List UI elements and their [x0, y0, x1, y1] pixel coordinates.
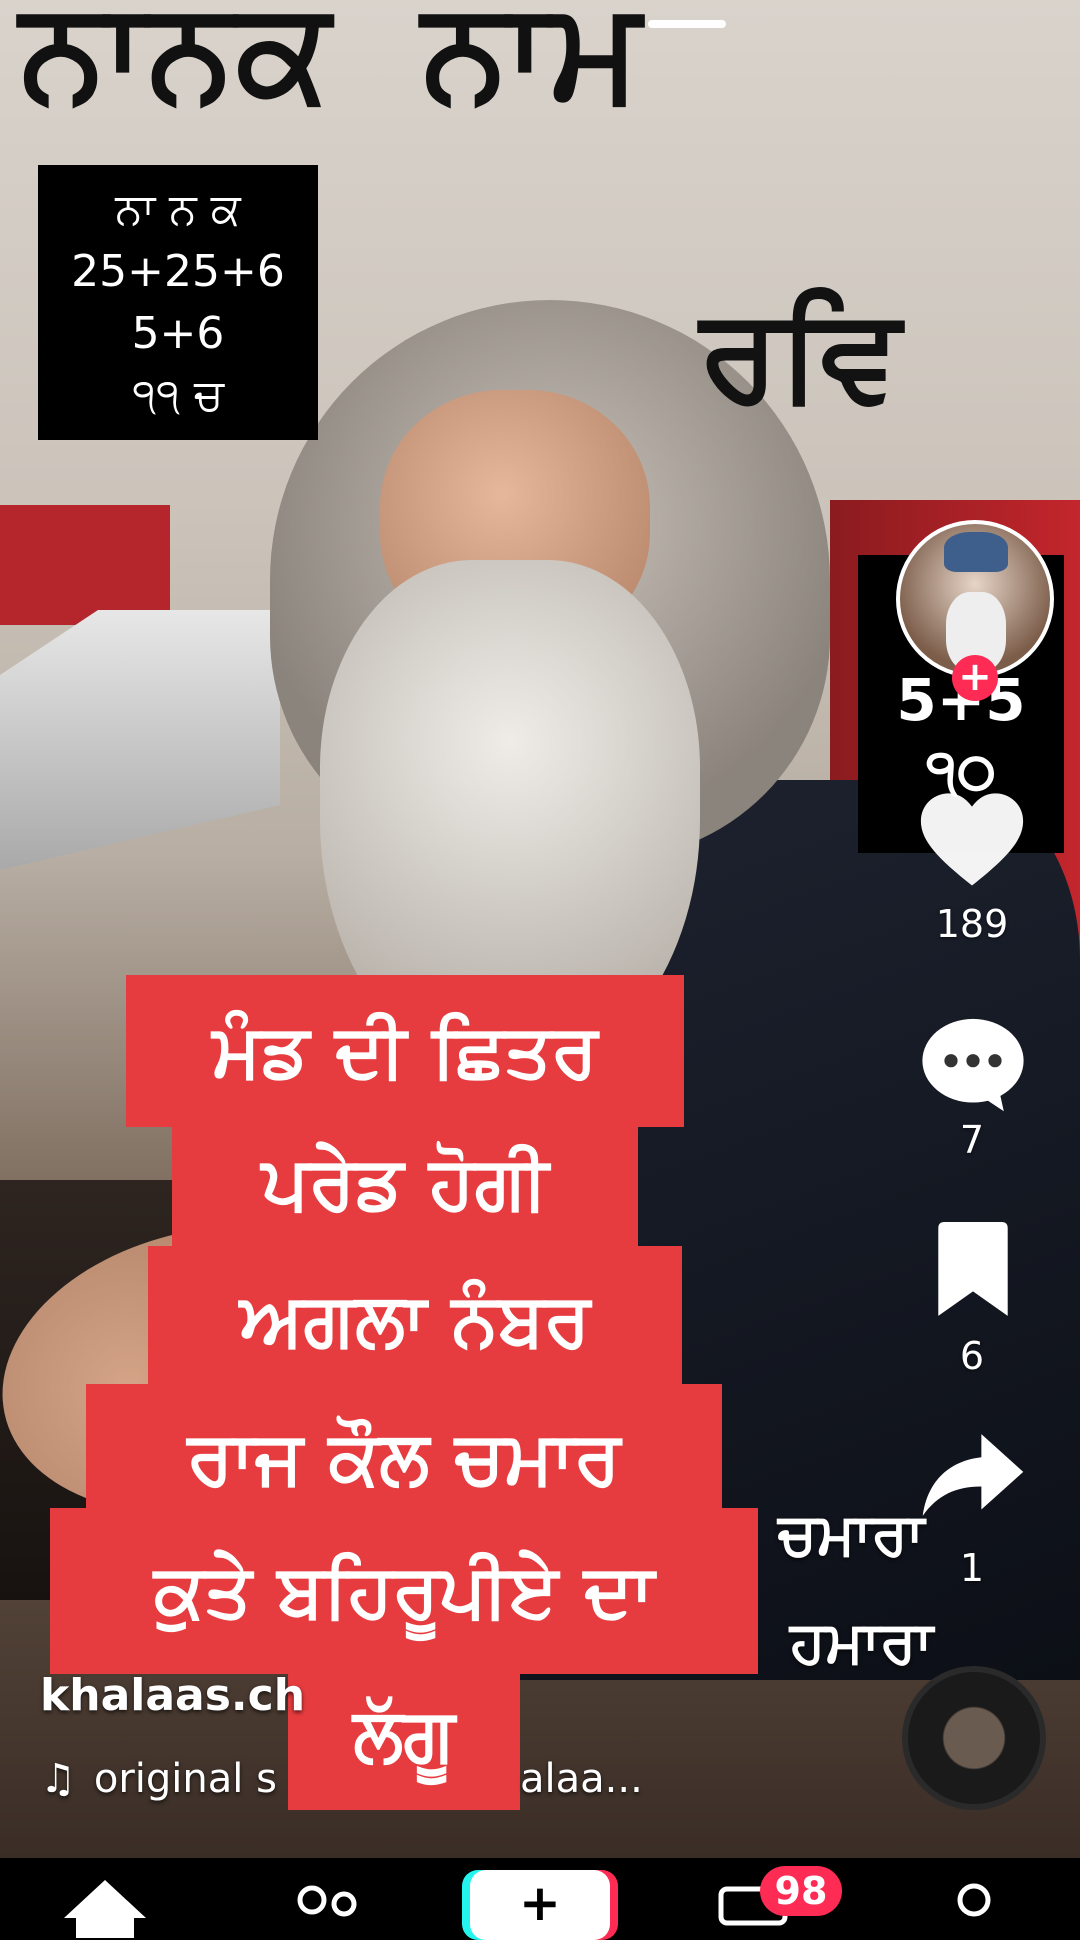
- caption-line: ਅਗਲਾ ਨੰਬਰ: [148, 1246, 682, 1394]
- title-right: ਨਾਮ: [422, 0, 643, 131]
- heart-icon[interactable]: [916, 790, 1028, 890]
- caption-line: ਕੁਤੇ ਬਹਿਰੂਪੀਏ ਦਾ: [50, 1508, 758, 1674]
- friends-icon[interactable]: [290, 1880, 364, 1920]
- profile-icon[interactable]: [954, 1880, 994, 1920]
- inbox-badge: 98: [760, 1866, 842, 1916]
- caption-line: ਲੱਗੂ: [288, 1660, 520, 1810]
- box-line: ਨਾ ਨ ਕ: [115, 184, 241, 235]
- share-icon[interactable]: [920, 1430, 1026, 1520]
- save-count: 6: [959, 1334, 985, 1378]
- plus-icon: +: [519, 1874, 561, 1932]
- avatar-turban: [944, 532, 1008, 572]
- background-wall: [0, 505, 170, 625]
- music-note-icon: ♫: [40, 1756, 76, 1802]
- comment-icon[interactable]: [918, 1014, 1028, 1114]
- sound-disc-icon[interactable]: [902, 1666, 1046, 1810]
- sound-suffix: alaa...: [520, 1756, 643, 1802]
- status-indicator: [648, 20, 726, 28]
- comment-count: 7: [959, 1118, 985, 1162]
- overlay-rav: ਰਵਿ: [700, 280, 901, 429]
- bookmark-icon[interactable]: [930, 1222, 1016, 1320]
- title-left: ਨਾਨਕ: [20, 0, 333, 131]
- box-line: 25+25+6: [71, 246, 285, 297]
- numerology-box: ਨਾ ਨ ਕ 25+25+6 5+6 ੧੧ ਚ: [38, 165, 318, 440]
- box-line: ੧੧ ਚ: [132, 370, 224, 421]
- background-word: ਹਮਾਰਾ: [790, 1608, 933, 1676]
- sound-label[interactable]: ♫ original s: [40, 1756, 277, 1802]
- share-count: 1: [959, 1546, 985, 1590]
- caption-line: ਮੰਡ ਦੀ ਛਿਤਰ: [126, 975, 684, 1127]
- caption-line: ਪਰੇਡ ਹੋਗੀ: [172, 1114, 638, 1252]
- creator-username[interactable]: khalaas.ch: [40, 1670, 305, 1721]
- sound-prefix: original s: [93, 1756, 277, 1802]
- video-title-overlay: ਨਾਨਕ ਨਾਮ: [20, 0, 643, 133]
- home-icon[interactable]: [62, 1878, 148, 1938]
- follow-button[interactable]: +: [952, 655, 998, 701]
- like-count: 189: [935, 902, 1009, 946]
- create-button[interactable]: +: [470, 1870, 610, 1940]
- box-line: 5+6: [131, 308, 225, 359]
- background-range-hood: [0, 610, 280, 870]
